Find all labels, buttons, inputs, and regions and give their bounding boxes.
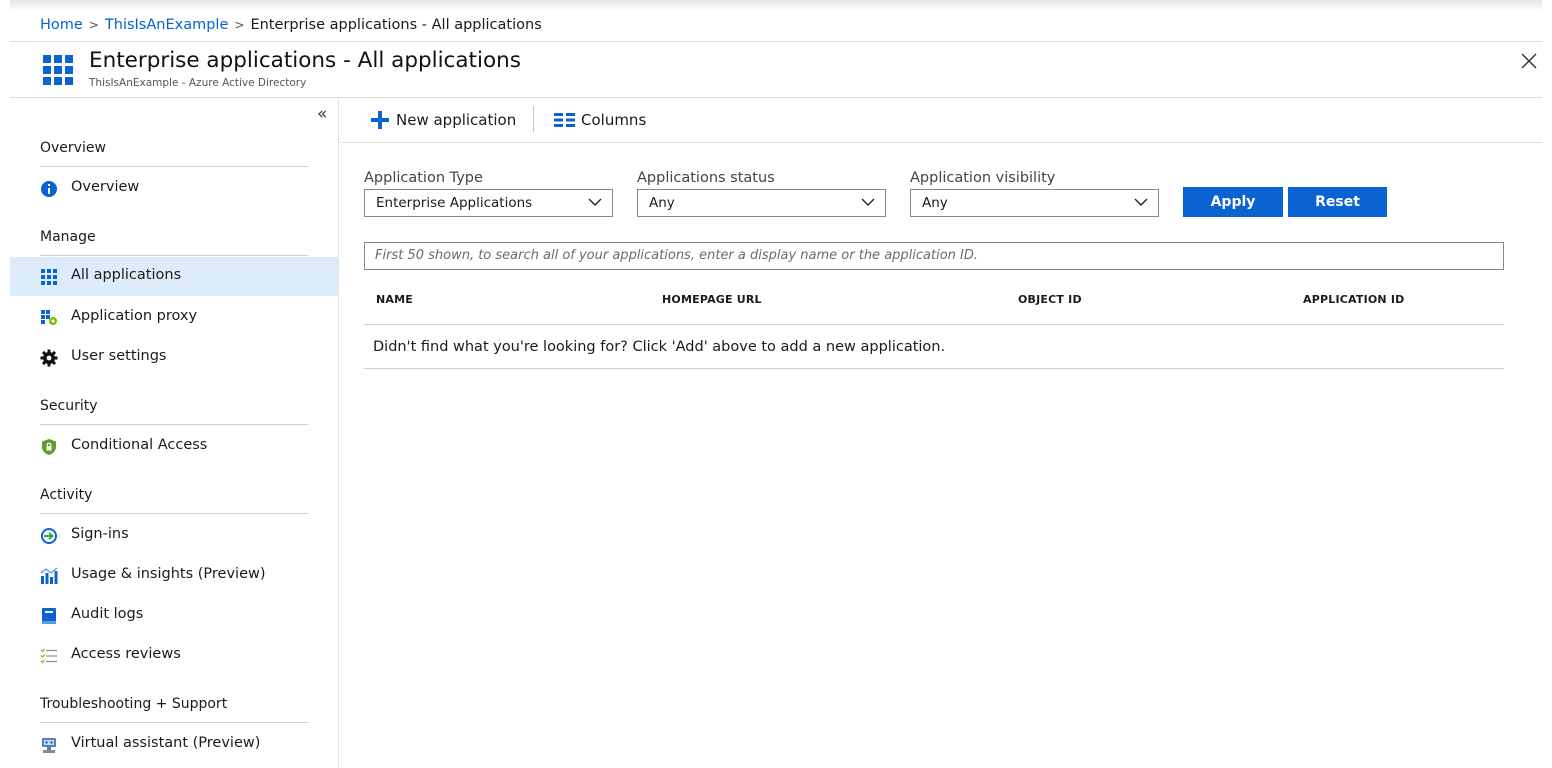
page-title: Enterprise applications - All applicatio… — [89, 48, 521, 73]
breadcrumb-separator-icon: > — [234, 18, 245, 32]
plus-icon — [371, 111, 389, 129]
search-input[interactable]: First 50 shown, to search all of your ap… — [364, 242, 1504, 270]
sidebar-item-label: Access reviews — [71, 646, 181, 662]
new-application-label: New application — [396, 111, 517, 129]
sidebar-item-access-reviews[interactable]: Access reviews — [10, 636, 338, 675]
applications-status-dropdown[interactable]: Any — [637, 189, 886, 217]
sidebar-item-label: Conditional Access — [71, 437, 208, 453]
top-band — [10, 0, 1542, 12]
section-header-manage: Manage — [40, 229, 96, 245]
table-row-divider — [364, 368, 1504, 369]
info-icon — [41, 181, 57, 197]
sidebar-item-label: Usage & insights (Preview) — [71, 566, 266, 582]
sidebar-item-overview[interactable]: Overview — [10, 169, 338, 208]
book-icon — [42, 608, 56, 624]
sidebar: « Overview Overview Manage All applicati… — [10, 98, 339, 768]
sidebar-item-virtual-assistant[interactable]: Virtual assistant (Preview) — [10, 725, 338, 764]
column-header-application-id[interactable]: APPLICATION ID — [1303, 293, 1404, 306]
shield-icon — [42, 439, 56, 455]
application-visibility-dropdown[interactable]: Any — [910, 189, 1159, 217]
sidebar-item-label: Virtual assistant (Preview) — [71, 735, 261, 751]
breadcrumb-home-link[interactable]: Home — [40, 17, 83, 33]
table-header-divider — [364, 324, 1504, 325]
chart-icon — [40, 567, 58, 584]
application-type-value: Enterprise Applications — [376, 195, 533, 211]
applications-status-value: Any — [649, 195, 675, 211]
breadcrumb-tenant-link[interactable]: ThisIsAnExample — [105, 17, 228, 33]
column-header-object-id[interactable]: OBJECT ID — [1018, 293, 1082, 306]
sidebar-item-label: Application proxy — [71, 308, 198, 324]
sidebar-item-user-settings[interactable]: User settings — [10, 338, 338, 377]
chevron-down-icon — [861, 198, 875, 206]
sidebar-item-application-proxy[interactable]: Application proxy — [10, 298, 338, 337]
sidebar-item-audit-logs[interactable]: Audit logs — [10, 596, 338, 635]
sidebar-item-label: Sign-ins — [71, 526, 129, 542]
breadcrumb: Home > ThisIsAnExample > Enterprise applicat… — [40, 17, 542, 33]
divider — [40, 424, 308, 425]
gear-icon — [40, 349, 58, 367]
section-header-activity: Activity — [40, 487, 93, 503]
sidebar-item-label: All applications — [71, 267, 182, 283]
sidebar-item-conditional-access[interactable]: Conditional Access — [10, 427, 338, 466]
section-header-security: Security — [40, 398, 98, 414]
application-type-label: Application Type — [364, 170, 483, 186]
apply-button[interactable]: Apply — [1183, 187, 1283, 217]
divider — [40, 513, 308, 514]
enterprise-apps-grid-icon — [43, 55, 73, 85]
grid-icon — [41, 269, 57, 285]
breadcrumb-current: Enterprise applications - All applicatio… — [250, 17, 542, 33]
divider — [40, 722, 308, 723]
applications-status-label: Applications status — [637, 170, 775, 186]
close-icon[interactable] — [1518, 50, 1540, 72]
empty-table-message: Didn't find what you're looking for? Cli… — [373, 339, 946, 355]
command-bar: New application Columns — [340, 98, 1542, 143]
reset-button[interactable]: Reset — [1288, 187, 1387, 217]
breadcrumb-separator-icon: > — [88, 18, 99, 32]
section-header-overview: Overview — [40, 140, 106, 156]
checklist-icon — [40, 648, 57, 664]
columns-icon — [554, 113, 575, 127]
columns-label: Columns — [581, 111, 647, 129]
sidebar-item-label: Audit logs — [71, 606, 144, 622]
chevron-down-icon — [588, 198, 602, 206]
columns-button[interactable]: Columns — [554, 108, 646, 132]
divider — [40, 166, 308, 167]
chevron-down-icon — [1134, 198, 1148, 206]
divider — [10, 41, 1542, 42]
bot-icon — [42, 738, 56, 753]
sign-in-icon — [41, 528, 57, 544]
sidebar-item-all-applications[interactable]: All applications — [10, 257, 338, 296]
page-subtitle: ThisIsAnExample - Azure Active Directory — [89, 77, 307, 89]
column-header-homepage-url[interactable]: HOMEPAGE URL — [662, 293, 762, 306]
sidebar-item-usage-insights[interactable]: Usage & insights (Preview) — [10, 556, 338, 595]
divider — [40, 255, 308, 256]
column-header-name[interactable]: NAME — [376, 293, 413, 306]
new-application-button[interactable]: New application — [370, 108, 516, 132]
application-visibility-label: Application visibility — [910, 170, 1056, 186]
application-visibility-value: Any — [922, 195, 948, 211]
sidebar-item-sign-ins[interactable]: Sign-ins — [10, 516, 338, 555]
sidebar-item-label: User settings — [71, 348, 167, 364]
toolbar-separator — [533, 106, 534, 132]
section-header-troubleshooting: Troubleshooting + Support — [40, 696, 228, 712]
application-type-dropdown[interactable]: Enterprise Applications — [364, 189, 613, 217]
proxy-icon — [41, 310, 57, 325]
collapse-sidebar-button[interactable]: « — [317, 104, 327, 124]
sidebar-item-label: Overview — [71, 179, 140, 195]
